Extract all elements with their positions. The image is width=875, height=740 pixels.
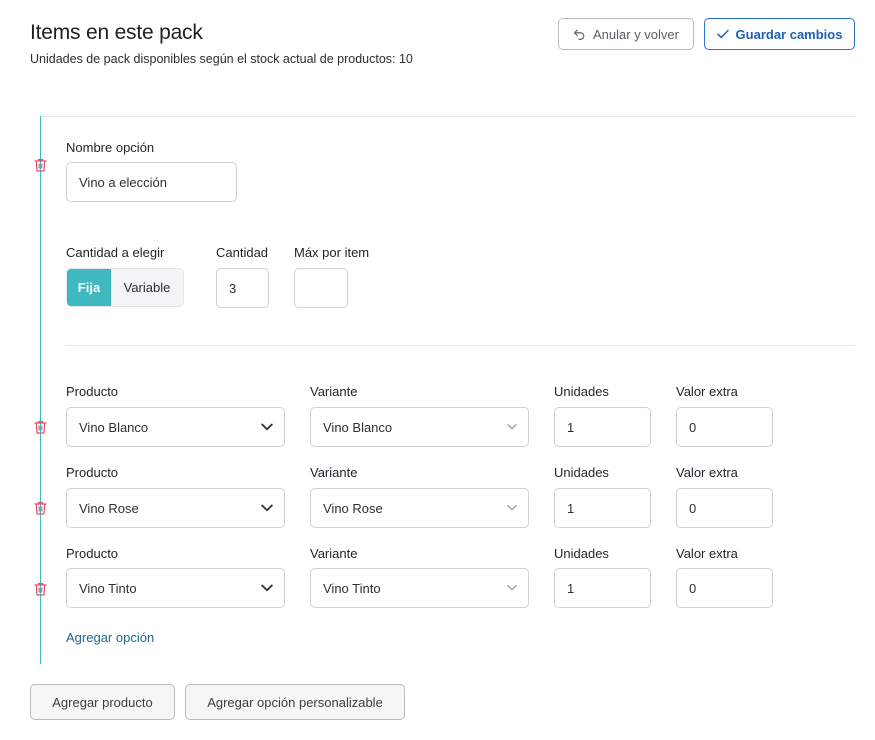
delete-item-trash-icon[interactable] bbox=[34, 420, 47, 434]
units-value: 1 bbox=[567, 419, 575, 435]
delete-item-trash-icon[interactable] bbox=[34, 501, 47, 515]
undo-arrow-icon bbox=[573, 28, 586, 40]
cancel-button[interactable]: Anular y volver bbox=[558, 18, 694, 50]
units-input[interactable]: 1 bbox=[554, 488, 651, 528]
product-select[interactable]: Vino Blanco bbox=[66, 407, 285, 447]
add-product-button[interactable]: Agregar producto bbox=[30, 684, 175, 720]
chevron-down-icon bbox=[507, 505, 517, 512]
variant-select-value: Vino Rose bbox=[323, 500, 383, 516]
units-input[interactable]: 1 bbox=[554, 407, 651, 447]
variant-select-value: Vino Blanco bbox=[323, 419, 393, 435]
stock-summary: Unidades de pack disponibles según el st… bbox=[30, 52, 413, 66]
quantity-input[interactable]: 3 bbox=[216, 268, 269, 308]
chevron-down-icon bbox=[507, 424, 517, 431]
add-option-link[interactable]: Agregar opción bbox=[66, 630, 154, 645]
variant-label: Variante bbox=[310, 465, 358, 480]
units-value: 1 bbox=[567, 580, 575, 596]
units-value: 1 bbox=[567, 500, 575, 516]
chevron-down-icon bbox=[507, 585, 517, 592]
max-per-item-input[interactable] bbox=[294, 268, 348, 308]
variant-select-value: Vino Tinto bbox=[323, 580, 381, 596]
variant-label: Variante bbox=[310, 546, 358, 561]
units-label: Unidades bbox=[554, 546, 609, 561]
variant-select[interactable]: Vino Blanco bbox=[310, 407, 529, 447]
product-select[interactable]: Vino Rose bbox=[66, 488, 285, 528]
chevron-down-icon bbox=[261, 423, 273, 431]
extra-value-input[interactable]: 0 bbox=[676, 407, 773, 447]
cancel-button-label: Anular y volver bbox=[593, 26, 679, 42]
product-select[interactable]: Vino Tinto bbox=[66, 568, 285, 608]
extra-value-input[interactable]: 0 bbox=[676, 488, 773, 528]
product-label: Producto bbox=[66, 465, 119, 480]
chevron-down-icon bbox=[261, 504, 273, 512]
variant-select[interactable]: Vino Rose bbox=[310, 488, 529, 528]
quantity-value: 3 bbox=[229, 280, 237, 296]
product-select-value: Vino Rose bbox=[79, 500, 139, 516]
extra-value: 0 bbox=[689, 580, 697, 596]
units-label: Unidades bbox=[554, 465, 609, 480]
delete-item-trash-icon[interactable] bbox=[34, 582, 47, 596]
page-title: Items en este pack bbox=[30, 21, 203, 44]
quantity-mode-label: Cantidad a elegir bbox=[66, 245, 165, 260]
add-custom-option-button[interactable]: Agregar opción personalizable bbox=[185, 684, 405, 720]
product-select-value: Vino Blanco bbox=[79, 419, 149, 435]
delete-option-trash-icon[interactable] bbox=[34, 158, 47, 172]
option-divider bbox=[66, 345, 855, 346]
variant-select[interactable]: Vino Tinto bbox=[310, 568, 529, 608]
quantity-mode-toggle: Fija Variable bbox=[66, 268, 184, 307]
extra-value-input[interactable]: 0 bbox=[676, 568, 773, 608]
save-button-label: Guardar cambios bbox=[735, 26, 843, 42]
extra-value-label: Valor extra bbox=[676, 465, 738, 480]
chevron-down-icon bbox=[261, 584, 273, 592]
check-icon bbox=[716, 29, 729, 39]
variant-label: Variante bbox=[310, 384, 358, 399]
extra-value-label: Valor extra bbox=[676, 546, 738, 561]
option-name-input[interactable]: Vino a elección bbox=[66, 162, 237, 202]
option-name-value: Vino a elección bbox=[79, 174, 167, 190]
extra-value-label: Valor extra bbox=[676, 384, 738, 399]
quantity-label: Cantidad bbox=[216, 245, 269, 260]
units-label: Unidades bbox=[554, 384, 609, 399]
save-button[interactable]: Guardar cambios bbox=[704, 18, 855, 50]
extra-value: 0 bbox=[689, 500, 697, 516]
section-divider bbox=[40, 116, 855, 117]
units-input[interactable]: 1 bbox=[554, 568, 651, 608]
option-name-label: Nombre opción bbox=[66, 140, 155, 155]
product-label: Producto bbox=[66, 546, 119, 561]
mode-variable-button[interactable]: Variable bbox=[111, 269, 183, 306]
max-per-item-label: Máx por item bbox=[294, 245, 370, 260]
extra-value: 0 bbox=[689, 419, 697, 435]
product-label: Producto bbox=[66, 384, 119, 399]
mode-fixed-button[interactable]: Fija bbox=[67, 269, 111, 306]
product-select-value: Vino Tinto bbox=[79, 580, 137, 596]
